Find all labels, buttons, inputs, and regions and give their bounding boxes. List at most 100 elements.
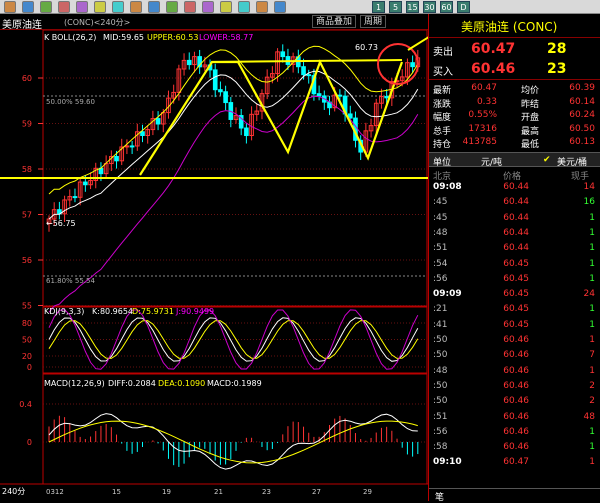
macd-axis-label: 0.4 xyxy=(19,400,32,409)
tick-time: :48 xyxy=(433,227,448,238)
tools-icon[interactable] xyxy=(256,1,268,13)
tick-time: :56 xyxy=(433,273,448,284)
unit-bar[interactable]: 单位 元/吨 ✔ 美元/桶 xyxy=(429,152,600,168)
tick-volume: 1 xyxy=(589,227,595,238)
instrument-name: 美原油连 xyxy=(2,20,42,31)
stat-v2: 60.50 xyxy=(569,123,595,134)
callout-arrow-line xyxy=(407,36,428,51)
period-button-60[interactable]: 60 xyxy=(440,1,453,13)
price-axis-label: 58 xyxy=(22,165,32,174)
stat-row: 幅度 0.55% 开盘 60.24 xyxy=(429,109,600,123)
chart-icon[interactable] xyxy=(94,1,106,13)
overlay-button[interactable]: 商品叠加 xyxy=(312,15,357,28)
kline-chart-area[interactable]: 60595857565580502000.400312 15 19 21 23 27 29 … xyxy=(0,30,428,501)
low-price-marker: ←56.75 xyxy=(46,219,76,228)
kdj-axis-label: 0 xyxy=(27,363,32,372)
candle-body xyxy=(83,181,88,186)
tick-price: 60.45 xyxy=(503,289,529,300)
kdj-panel[interactable] xyxy=(48,309,419,370)
macd-panel[interactable] xyxy=(48,413,419,470)
tick-time: :50 xyxy=(433,380,448,391)
date-axis-label: 27 xyxy=(312,488,321,496)
period-label: 240分 xyxy=(2,487,25,496)
period-button-30[interactable]: 30 xyxy=(423,1,436,13)
kline-icon[interactable] xyxy=(130,1,142,13)
stat-v1: 0.33 xyxy=(476,96,497,107)
stat-l: 最新 xyxy=(433,86,452,96)
tick-volume: 1 xyxy=(589,243,595,254)
candle-body xyxy=(218,89,223,93)
candle-body xyxy=(280,51,286,58)
back-icon[interactable] xyxy=(4,1,16,13)
stat-l2: 开盘 xyxy=(521,113,540,123)
price-axis-label: 55 xyxy=(22,302,32,311)
tick-volume: 1 xyxy=(589,319,595,330)
news-icon[interactable] xyxy=(184,1,196,13)
period-button-15[interactable]: 15 xyxy=(406,1,419,13)
date-axis-label: 15 xyxy=(112,488,121,496)
tick-footer[interactable]: 笔 xyxy=(429,488,600,503)
search-icon[interactable] xyxy=(220,1,232,13)
tick-time: :48 xyxy=(433,365,448,376)
candle-body xyxy=(140,131,145,136)
tick-price: 60.45 xyxy=(503,319,529,330)
kdj-j-line xyxy=(48,309,419,370)
date-axis-label: 0312 xyxy=(46,488,64,496)
tick-row: :50 60.46 2 xyxy=(429,396,600,411)
tick-price: 60.46 xyxy=(503,442,529,453)
instrument-code-period: (CONC)<240分> xyxy=(64,18,131,27)
tick-price: 60.45 xyxy=(503,273,529,284)
candle-body xyxy=(129,145,135,148)
stat-l: 涨跌 xyxy=(433,99,452,110)
tick-price: 60.47 xyxy=(503,457,529,468)
tick-volume: 1 xyxy=(589,365,595,376)
tick-volume: 2 xyxy=(589,380,595,391)
home-icon[interactable] xyxy=(40,1,52,13)
candle-body xyxy=(306,74,312,77)
tick-time: :51 xyxy=(433,411,448,422)
sell-row: 卖出 60.47 28 xyxy=(433,41,567,58)
tick-time: :51 xyxy=(433,243,448,254)
report-icon[interactable] xyxy=(76,1,88,13)
help-icon[interactable] xyxy=(274,1,286,13)
candle-body xyxy=(316,93,322,97)
minute-icon[interactable] xyxy=(112,1,124,13)
print-icon[interactable] xyxy=(238,1,250,13)
tick-price: 60.46 xyxy=(503,365,529,376)
candle-body xyxy=(114,155,119,162)
candle-body xyxy=(186,59,192,66)
tick-volume: 2 xyxy=(589,396,595,407)
period-button-5[interactable]: 5 xyxy=(389,1,402,13)
info-icon[interactable] xyxy=(166,1,178,13)
tick-price: 60.44 xyxy=(503,243,529,254)
tick-time: :54 xyxy=(433,258,448,269)
period-button-1[interactable]: 1 xyxy=(372,1,385,13)
stat-row: 总手 17316 最高 60.50 xyxy=(429,123,600,137)
price-axis-label: 56 xyxy=(22,256,32,265)
tick-time: :50 xyxy=(433,396,448,407)
tick-row: :21 60.45 1 xyxy=(429,304,600,319)
sell-volume: 28 xyxy=(547,41,567,57)
f10-icon[interactable] xyxy=(202,1,214,13)
stat-row: 持仓 413785 最低 60.13 xyxy=(429,136,600,150)
tick-price: 60.45 xyxy=(503,258,529,269)
tick-time: :45 xyxy=(433,212,448,223)
period-button-D[interactable]: D xyxy=(457,1,470,13)
tick-price: 60.46 xyxy=(503,335,529,345)
tick-time: :45 xyxy=(433,197,448,208)
candle-body xyxy=(72,196,78,199)
stat-l2: 昨结 xyxy=(521,99,540,110)
date-axis-label: 23 xyxy=(262,488,271,496)
tick-volume: 16 xyxy=(583,197,595,208)
cycle-button[interactable]: 周期 xyxy=(360,15,387,28)
tick-time: :56 xyxy=(433,426,448,437)
forward-icon[interactable] xyxy=(22,1,34,13)
tick-row: 09:10 60.47 1 xyxy=(429,457,600,472)
boll-lower-value: LOWER:58.77 xyxy=(199,33,253,42)
unit-option[interactable]: 美元/桶 xyxy=(557,155,587,168)
tick-volume: 1 xyxy=(589,212,595,223)
quote-icon[interactable] xyxy=(58,1,70,13)
tick-row: :48 60.46 1 xyxy=(429,366,600,381)
draw-icon[interactable] xyxy=(148,1,160,13)
stat-l2: 最低 xyxy=(521,140,540,150)
